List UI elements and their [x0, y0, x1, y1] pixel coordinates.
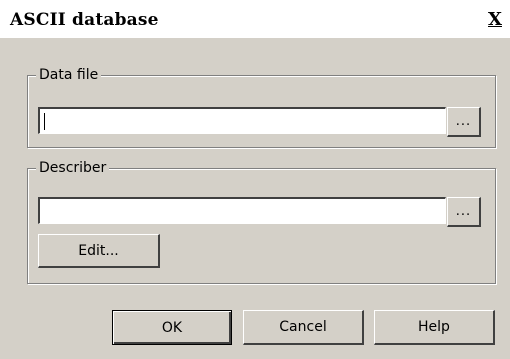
data-file-input[interactable]	[38, 107, 446, 134]
browse-label: ...	[455, 204, 472, 219]
edit-button-label: Edit...	[78, 242, 119, 259]
describer-legend: Describer	[36, 159, 110, 177]
ok-button-label: OK	[161, 319, 183, 336]
edit-button[interactable]: Edit...	[38, 234, 160, 268]
close-icon: X	[488, 8, 502, 30]
ascii-database-dialog: ASCII database X Data file ... Describer…	[0, 0, 510, 359]
describer-input[interactable]	[38, 197, 446, 224]
data-file-browse-button[interactable]: ...	[447, 107, 481, 137]
close-button[interactable]: X	[480, 0, 510, 38]
data-file-legend: Data file	[36, 66, 102, 84]
cancel-button-label: Cancel	[279, 319, 327, 335]
describer-browse-button[interactable]: ...	[447, 197, 481, 227]
window-title: ASCII database	[10, 10, 159, 30]
ok-button[interactable]: OK	[112, 310, 232, 345]
text-caret	[44, 113, 45, 130]
title-bar[interactable]: ASCII database X	[0, 0, 510, 38]
browse-label: ...	[455, 114, 472, 129]
help-button-label: Help	[418, 319, 450, 335]
help-button[interactable]: Help	[374, 310, 495, 345]
cancel-button[interactable]: Cancel	[243, 310, 364, 345]
